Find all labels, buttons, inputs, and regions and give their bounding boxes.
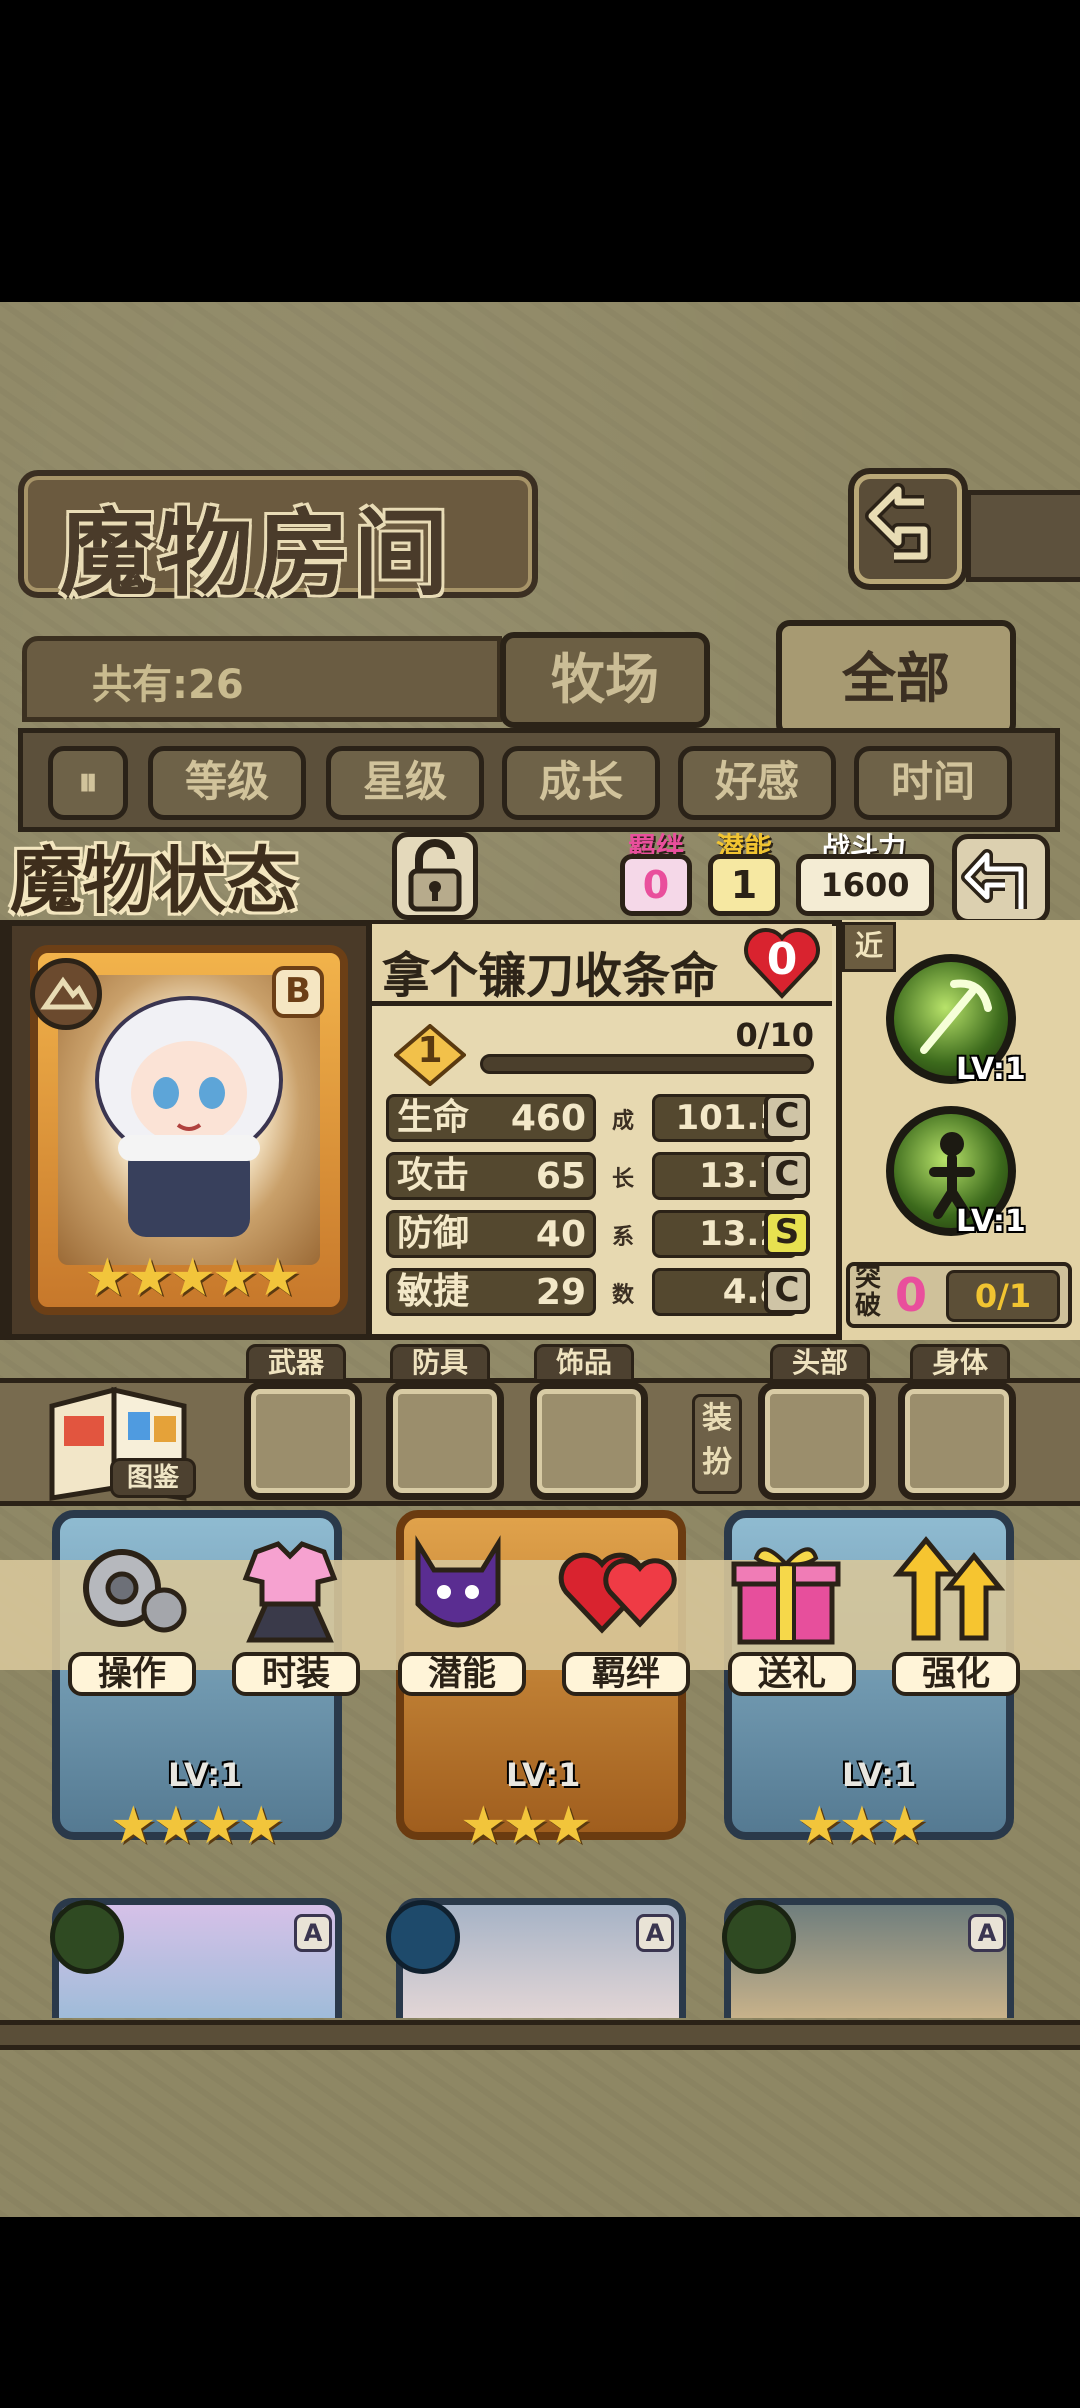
grade-atk: C xyxy=(764,1152,810,1198)
slot-body[interactable] xyxy=(898,1382,1016,1500)
roster-6-rank: A xyxy=(968,1914,1006,1952)
roster-4-rank: A xyxy=(294,1914,332,1952)
back-bar xyxy=(966,490,1080,582)
growth-char-4: 数 xyxy=(611,1283,634,1308)
growth-char-1: 成 xyxy=(611,1109,634,1134)
lock-button[interactable] xyxy=(392,832,478,920)
stat-def-value: 40 xyxy=(535,1214,586,1255)
padlock-icon xyxy=(408,839,462,912)
roster-3-stars: ★★★ xyxy=(796,1796,928,1856)
potential-value: 1 xyxy=(708,854,780,916)
roster-1-level: LV:1 xyxy=(168,1756,243,1794)
sort-time-button[interactable]: 时间 xyxy=(854,746,1012,820)
operate-label: 操作 xyxy=(68,1652,196,1696)
affection-value: 0 xyxy=(766,934,798,985)
dress-up-tag: 装 扮 xyxy=(692,1394,742,1494)
potential-action-label: 潜能 xyxy=(398,1652,526,1696)
star-rating: ★★★★★ xyxy=(84,1248,301,1308)
status-back-button[interactable] xyxy=(952,834,1050,924)
stat-hp-value: 460 xyxy=(510,1098,586,1139)
sort-level-button[interactable]: 等级 xyxy=(148,746,306,820)
gear-icon xyxy=(83,1549,187,1633)
breakthrough-value: 0 xyxy=(894,1268,927,1322)
skill-1-level: LV:1 xyxy=(956,1052,1026,1087)
dress-char-1: 装 xyxy=(702,1401,732,1436)
grade-agi: C xyxy=(764,1268,810,1314)
range-tag: 近 xyxy=(842,922,896,972)
tab-ranch[interactable]: 牧场 xyxy=(500,632,710,728)
pause-sort-icon: ⏸ xyxy=(78,759,98,805)
slot-head[interactable] xyxy=(758,1382,876,1500)
monster-portrait xyxy=(58,975,320,1265)
breakthrough-char-1: 突 xyxy=(854,1263,881,1293)
tab-all[interactable]: 全部 xyxy=(776,620,1016,738)
growth-char-3: 系 xyxy=(611,1225,634,1250)
slot-body-label: 身体 xyxy=(910,1344,1010,1382)
return-arrow-icon xyxy=(961,849,1027,909)
skill-2-level: LV:1 xyxy=(956,1204,1026,1239)
grade-hp: C xyxy=(764,1094,810,1140)
breakthrough-char-2: 破 xyxy=(854,1291,881,1321)
codex-label: 图鉴 xyxy=(110,1458,196,1498)
slot-weapon-label: 武器 xyxy=(246,1344,346,1382)
level-value: 1 xyxy=(417,1030,443,1071)
exp-bar xyxy=(480,1054,814,1074)
outfit-label: 时装 xyxy=(232,1652,360,1696)
upgrade-label: 强化 xyxy=(892,1652,1020,1696)
leaf-element-icon xyxy=(722,1900,796,1974)
element-badge xyxy=(30,958,102,1030)
slot-armor[interactable] xyxy=(386,1382,504,1500)
sort-affection-button[interactable]: 好感 xyxy=(678,746,836,820)
roster-2-stars: ★★★ xyxy=(460,1796,592,1856)
power-value: 1600 xyxy=(796,854,934,916)
breakthrough-label: 突 破 xyxy=(850,1264,886,1320)
sort-growth-button[interactable]: 成长 xyxy=(502,746,660,820)
monster-girl-portrait xyxy=(95,996,283,1237)
outfit-icon xyxy=(242,1541,338,1643)
gift-icon xyxy=(731,1547,841,1645)
roster-5-rank: A xyxy=(636,1914,674,1952)
sort-star-button[interactable]: 星级 xyxy=(326,746,484,820)
upgrade-arrows-icon xyxy=(892,1536,1006,1641)
demon-icon xyxy=(415,1535,501,1628)
back-button[interactable] xyxy=(848,468,968,590)
breakthrough-progress: 0/1 xyxy=(946,1270,1060,1322)
hearts-icon xyxy=(558,1552,677,1634)
rank-badge: B xyxy=(272,966,324,1018)
roster-3-level: LV:1 xyxy=(842,1756,917,1794)
bond-action-label: 羁绊 xyxy=(562,1652,690,1696)
exp-text: 0/10 xyxy=(735,1016,814,1054)
leaf-element-icon xyxy=(50,1900,124,1974)
list-bottom-frame xyxy=(0,2020,1080,2050)
sort-toggle-button[interactable]: ⏸ xyxy=(48,746,128,820)
slot-weapon[interactable] xyxy=(244,1382,362,1500)
page-title: 魔物房间 xyxy=(60,500,453,609)
roster-2-level: LV:1 xyxy=(506,1756,581,1794)
roster-1-stars: ★★★★ xyxy=(110,1796,284,1856)
monster-stars: ★★★★★ xyxy=(84,1248,301,1308)
grade-def: S xyxy=(764,1210,810,1256)
stat-atk-value: 65 xyxy=(535,1156,586,1197)
water-element-icon xyxy=(386,1900,460,1974)
monster-count: 共有:26 xyxy=(92,662,244,708)
mountain-element-icon xyxy=(40,976,94,1010)
slot-accessory-label: 饰品 xyxy=(534,1344,634,1382)
monster-name: 拿个镰刀收条命 xyxy=(382,948,719,1004)
slot-armor-label: 防具 xyxy=(390,1344,490,1382)
gift-label: 送礼 xyxy=(728,1652,856,1696)
slot-head-label: 头部 xyxy=(770,1344,870,1382)
slot-accessory[interactable] xyxy=(530,1382,648,1500)
return-arrow-icon xyxy=(865,483,931,563)
status-title: 魔物状态 xyxy=(10,839,299,923)
bond-value: 0 xyxy=(620,854,692,916)
dress-char-2: 扮 xyxy=(702,1445,732,1480)
stat-agi-value: 29 xyxy=(535,1272,586,1313)
growth-char-2: 长 xyxy=(611,1167,634,1192)
